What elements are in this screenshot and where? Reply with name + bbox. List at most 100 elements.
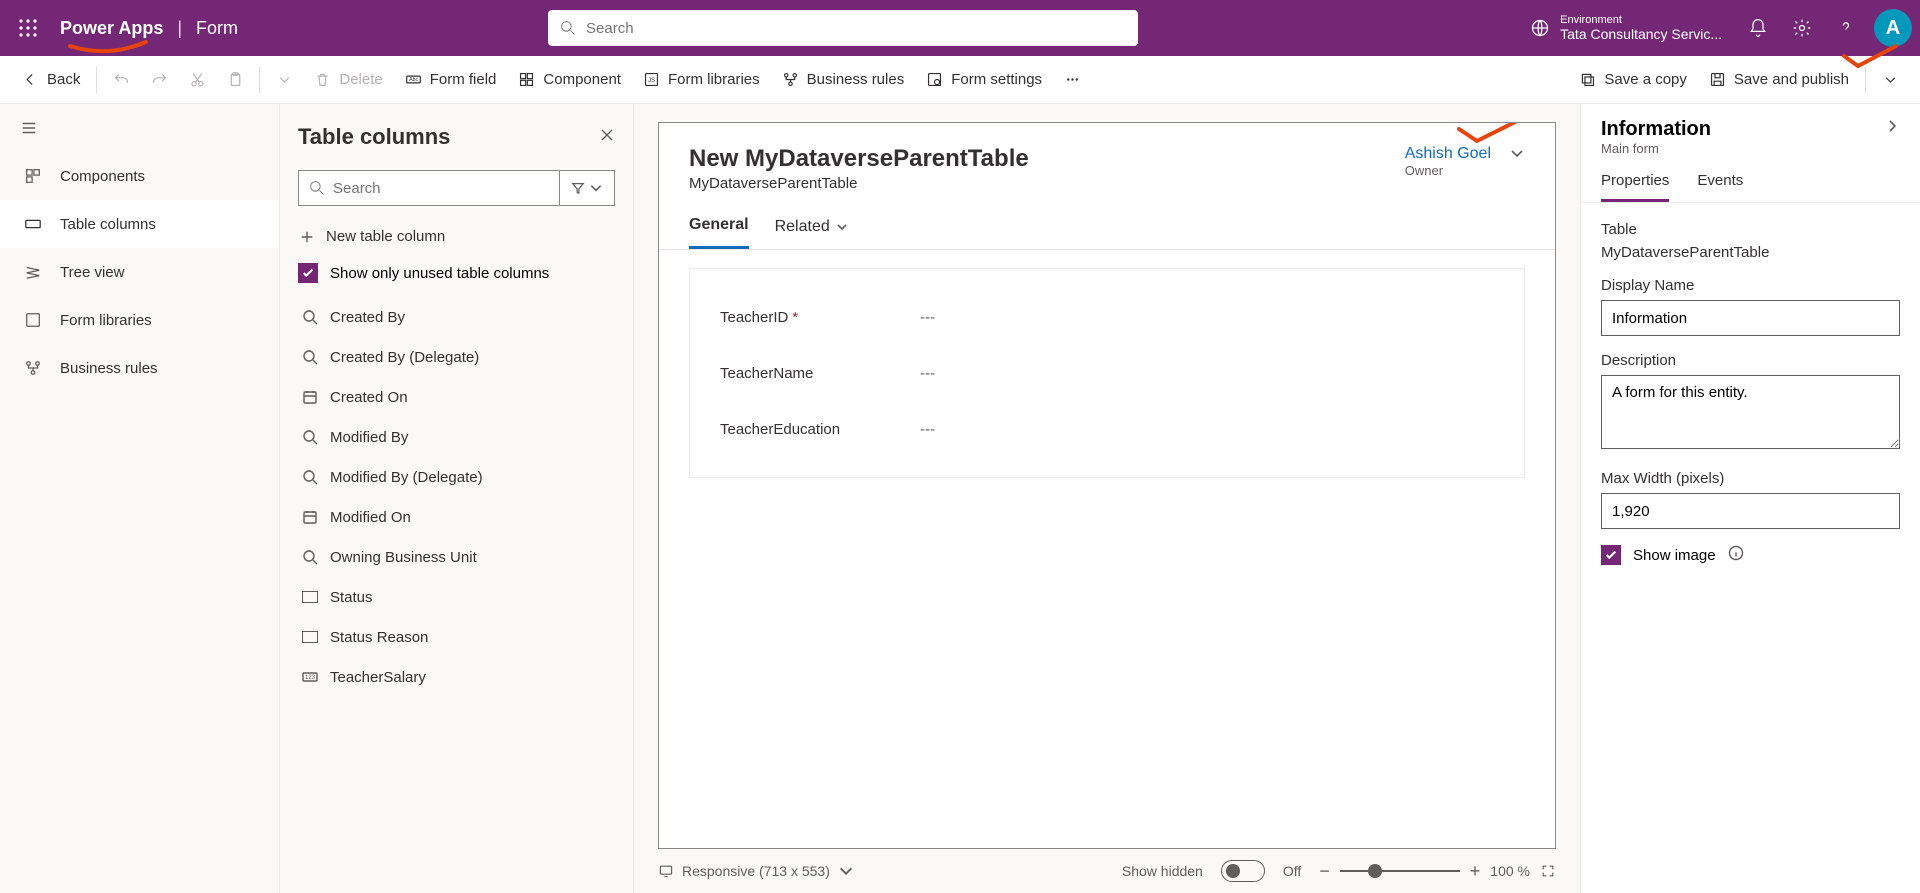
brand-name[interactable]: Power Apps	[60, 18, 163, 39]
form-libraries-button[interactable]: JSForm libraries	[633, 62, 770, 98]
globe-icon	[1530, 18, 1550, 38]
save-copy-button[interactable]: Save a copy	[1569, 62, 1697, 98]
redo-button[interactable]	[141, 62, 177, 98]
column-item[interactable]: Created On	[298, 377, 615, 417]
show-unused-checkbox-row[interactable]: Show only unused table columns	[298, 263, 615, 283]
column-item[interactable]: Modified By	[298, 417, 615, 457]
properties-title: Information	[1601, 118, 1711, 141]
zoom-slider[interactable]	[1340, 870, 1460, 872]
column-item[interactable]: Owning Business Unit	[298, 537, 615, 577]
column-search-input[interactable]	[333, 180, 549, 197]
nav-business-rules[interactable]: Business rules	[0, 344, 279, 392]
column-item[interactable]: Status	[298, 577, 615, 617]
field-value: ---	[920, 309, 935, 326]
component-button[interactable]: Component	[508, 62, 631, 98]
max-width-input[interactable]	[1601, 493, 1900, 529]
business-rules-button[interactable]: Business rules	[772, 62, 915, 98]
column-item-label: Created On	[330, 389, 408, 406]
search-icon	[309, 180, 325, 196]
form-settings-button[interactable]: Form settings	[916, 62, 1052, 98]
global-search-input[interactable]	[586, 20, 1126, 37]
nav-components[interactable]: Components	[0, 152, 279, 200]
form-field-button[interactable]: AbcForm field	[395, 62, 507, 98]
svg-text:Abc: Abc	[409, 77, 418, 83]
header-context: Form	[196, 18, 238, 39]
environment-value: Tata Consultancy Servic...	[1560, 26, 1722, 42]
zoom-out-icon[interactable]: −	[1319, 861, 1330, 882]
filter-button[interactable]	[559, 170, 615, 206]
annotation-underline-brand	[68, 38, 148, 58]
cut-button[interactable]	[179, 62, 215, 98]
gear-icon[interactable]	[1782, 8, 1822, 48]
top-bar: Power Apps | Form Environment Tata Consu…	[0, 0, 1920, 56]
help-icon[interactable]	[1826, 8, 1866, 48]
checkbox-checked-icon[interactable]	[298, 263, 318, 283]
overflow-button[interactable]	[1054, 62, 1090, 98]
table-columns-title: Table columns	[298, 124, 450, 150]
tab-properties[interactable]: Properties	[1601, 172, 1669, 202]
column-item[interactable]: 123TeacherSalary	[298, 657, 615, 697]
nav-tree-view[interactable]: Tree view	[0, 248, 279, 296]
form-field-row[interactable]: TeacherName---	[720, 345, 1494, 401]
chevron-right-icon[interactable]	[1884, 118, 1900, 139]
save-publish-button[interactable]: Save and publish	[1699, 62, 1859, 98]
close-icon[interactable]	[599, 127, 615, 148]
zoom-in-icon[interactable]: +	[1470, 861, 1481, 882]
show-hidden-label: Show hidden	[1122, 863, 1203, 879]
form-canvas-inner[interactable]: New MyDataverseParentTable MyDataversePa…	[658, 122, 1556, 849]
nav-components-label: Components	[60, 168, 145, 185]
new-table-column-button[interactable]: New table column	[298, 224, 615, 249]
svg-text:123: 123	[305, 675, 316, 681]
nav-form-libraries[interactable]: Form libraries	[0, 296, 279, 344]
column-item[interactable]: Status Reason	[298, 617, 615, 657]
global-search[interactable]	[548, 10, 1138, 46]
back-label: Back	[47, 71, 80, 88]
form-libraries-label: Form libraries	[668, 71, 760, 88]
column-item[interactable]: Created By	[298, 297, 615, 337]
separator	[96, 67, 97, 93]
table-value: MyDataverseParentTable	[1601, 244, 1900, 261]
show-hidden-toggle[interactable]	[1221, 860, 1265, 882]
fit-icon[interactable]	[1540, 863, 1556, 879]
save-publish-chevron[interactable]	[1872, 62, 1908, 98]
form-field-row[interactable]: TeacherEducation---	[720, 401, 1494, 457]
notifications-icon[interactable]	[1738, 8, 1778, 48]
column-item[interactable]: Modified On	[298, 497, 615, 537]
table-columns-panel: Table columns New table column Show only…	[280, 104, 634, 893]
hamburger-icon[interactable]	[0, 104, 279, 152]
column-item[interactable]: Modified By (Delegate)	[298, 457, 615, 497]
responsive-dropdown[interactable]: Responsive (713 x 553)	[658, 863, 854, 879]
info-icon[interactable]	[1728, 545, 1744, 565]
paste-button[interactable]	[217, 62, 253, 98]
filter-icon	[571, 181, 585, 195]
field-label: TeacherID*	[720, 309, 920, 326]
app-launcher-icon[interactable]	[8, 8, 48, 48]
show-image-row[interactable]: Show image	[1601, 545, 1900, 565]
delete-button[interactable]: Delete	[304, 62, 392, 98]
form-section[interactable]: TeacherID*---TeacherName---TeacherEducat…	[689, 268, 1525, 478]
form-field-row[interactable]: TeacherID*---	[720, 289, 1494, 345]
tab-general[interactable]: General	[689, 216, 749, 249]
component-label: Component	[543, 71, 621, 88]
back-button[interactable]: Back	[12, 62, 90, 98]
description-textarea[interactable]	[1601, 375, 1900, 449]
display-name-label: Display Name	[1601, 277, 1900, 294]
column-item-label: Status Reason	[330, 629, 428, 646]
column-item-label: Modified On	[330, 509, 411, 526]
column-item[interactable]: Created By (Delegate)	[298, 337, 615, 377]
display-name-input[interactable]	[1601, 300, 1900, 336]
tab-related[interactable]: Related	[775, 216, 848, 249]
owner-dropdown[interactable]: Ashish Goel Owner	[1405, 145, 1525, 192]
separator	[259, 67, 260, 93]
column-item-label: Modified By	[330, 429, 408, 446]
paste-chevron[interactable]	[266, 62, 302, 98]
header-divider: |	[177, 18, 182, 39]
environment-picker[interactable]: Environment Tata Consultancy Servic...	[1518, 14, 1734, 42]
chevron-down-icon	[1509, 145, 1525, 166]
tab-events[interactable]: Events	[1697, 172, 1743, 202]
undo-button[interactable]	[103, 62, 139, 98]
user-avatar[interactable]: A	[1874, 9, 1912, 47]
nav-table-columns[interactable]: Table columns	[0, 200, 279, 248]
column-search[interactable]	[298, 170, 559, 206]
checkbox-checked-icon[interactable]	[1601, 545, 1621, 565]
